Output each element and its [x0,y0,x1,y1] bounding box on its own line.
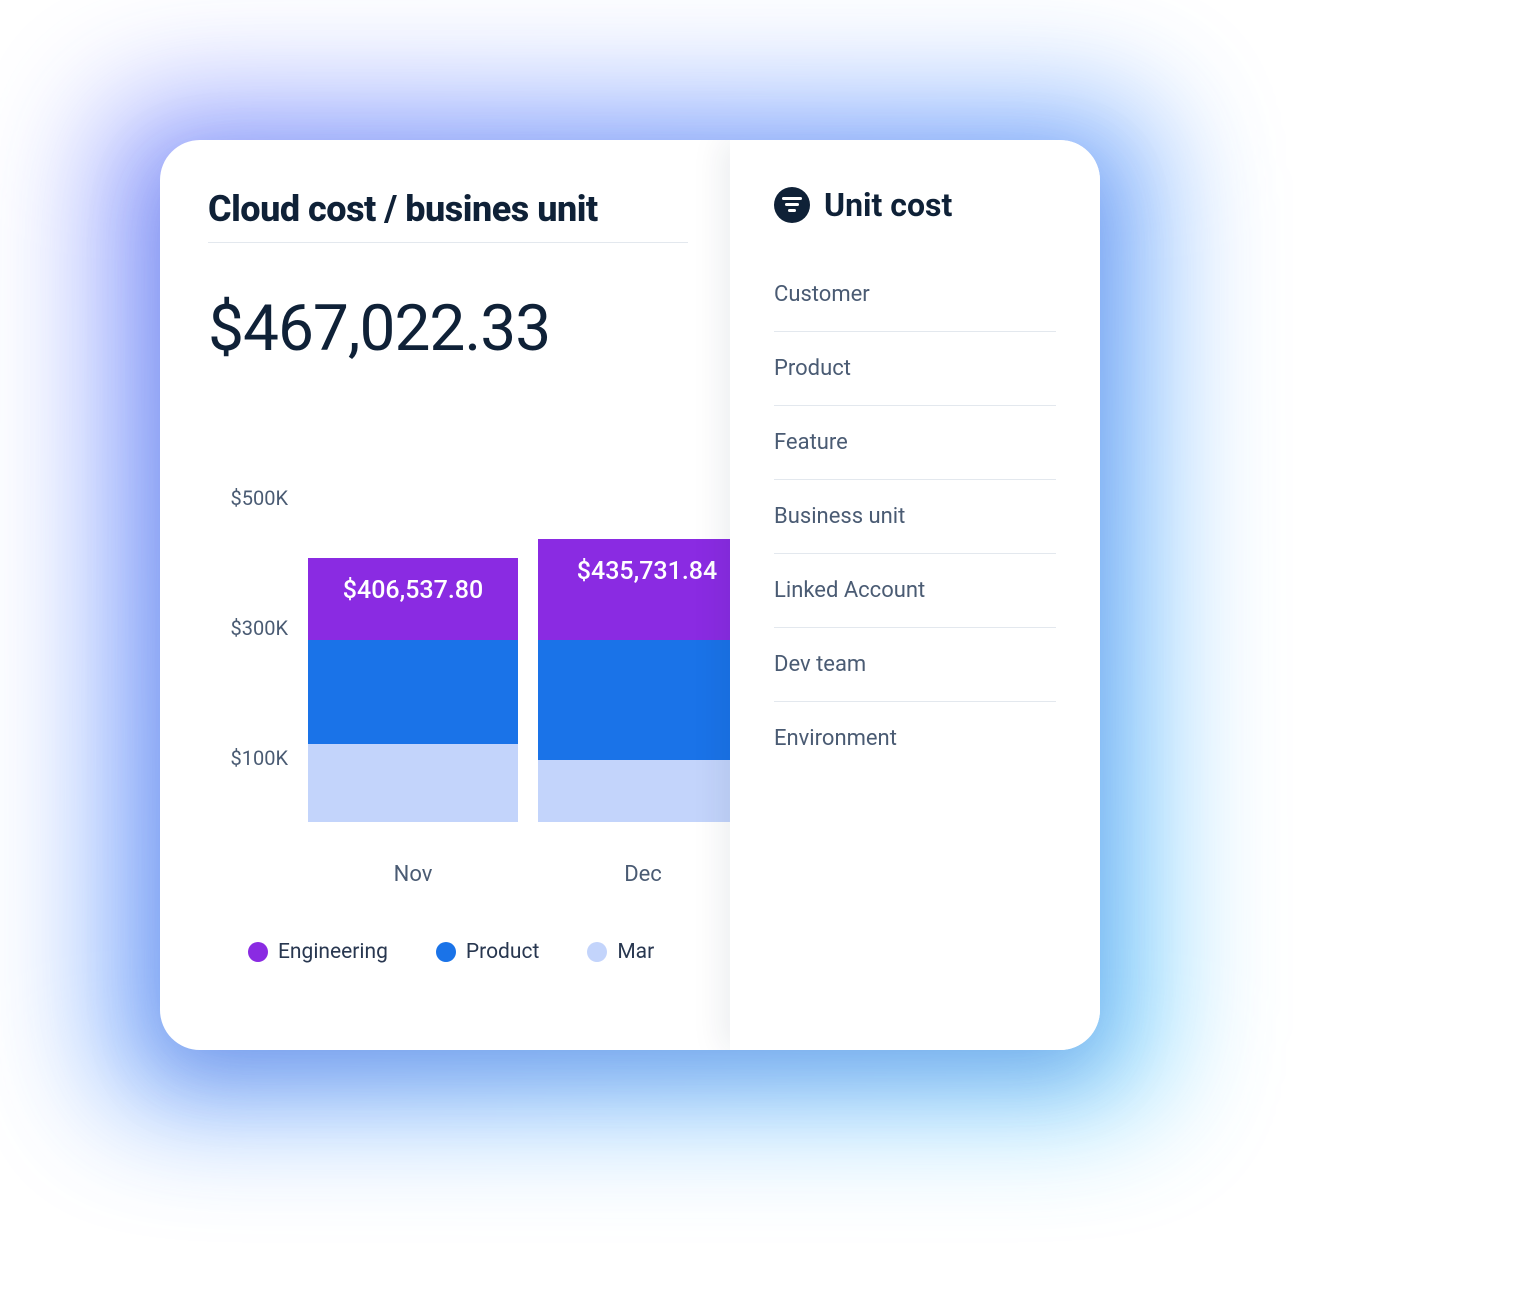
legend-label: Mar [617,940,654,964]
legend-item-product: Product [436,940,539,964]
main-panel: Cloud cost / busines unit $467,022.33 $5… [160,140,730,1050]
unit-cost-option-feature[interactable]: Feature [774,406,1056,480]
bar-segment-product [538,640,748,760]
stacked-bar-chart: $500K $300K $100K $406,537.80 $435,731.8… [208,422,778,822]
bar-total-label: $406,537.80 [308,576,518,605]
panel-title: Unit cost [824,186,952,224]
y-tick-label: $500K [208,486,288,510]
unit-cost-option-linked-account[interactable]: Linked Account [774,554,1056,628]
x-axis-labels: Nov Dec [308,834,730,870]
bar-segment-marketing [538,760,748,822]
plot-area: $406,537.80 $435,731.84 [308,422,778,822]
dashboard-card: Cloud cost / busines unit $467,022.33 $5… [160,140,1100,1050]
legend-swatch [587,942,607,962]
unit-cost-option-environment[interactable]: Environment [774,702,1056,775]
unit-cost-panel: Unit cost Customer Product Feature Busin… [730,140,1100,1050]
legend-swatch [436,942,456,962]
legend: Engineering Product Mar [248,940,730,964]
legend-swatch [248,942,268,962]
legend-item-marketing: Mar [587,940,654,964]
bar-dec: $435,731.84 [538,539,748,822]
unit-cost-list: Customer Product Feature Business unit L… [774,258,1056,775]
y-tick-label: $300K [208,616,288,640]
legend-label: Engineering [278,940,388,964]
card-title: Cloud cost / busines unit [208,188,730,230]
panel-header: Unit cost [774,186,1056,224]
bar-segment-product [308,640,518,744]
bar-segment-marketing [308,744,518,822]
legend-item-engineering: Engineering [248,940,388,964]
legend-label: Product [466,940,539,964]
unit-cost-option-product[interactable]: Product [774,332,1056,406]
x-tick-label: Nov [308,862,518,887]
bar-nov: $406,537.80 [308,558,518,822]
bar-segment-engineering [538,539,748,640]
divider [208,242,688,243]
bar-total-label: $435,731.84 [538,557,748,586]
filter-icon [774,187,810,223]
unit-cost-option-dev-team[interactable]: Dev team [774,628,1056,702]
unit-cost-option-customer[interactable]: Customer [774,258,1056,332]
total-cost-value: $467,022.33 [208,291,730,366]
unit-cost-option-business-unit[interactable]: Business unit [774,480,1056,554]
x-tick-label: Dec [538,862,748,887]
y-tick-label: $100K [208,746,288,770]
